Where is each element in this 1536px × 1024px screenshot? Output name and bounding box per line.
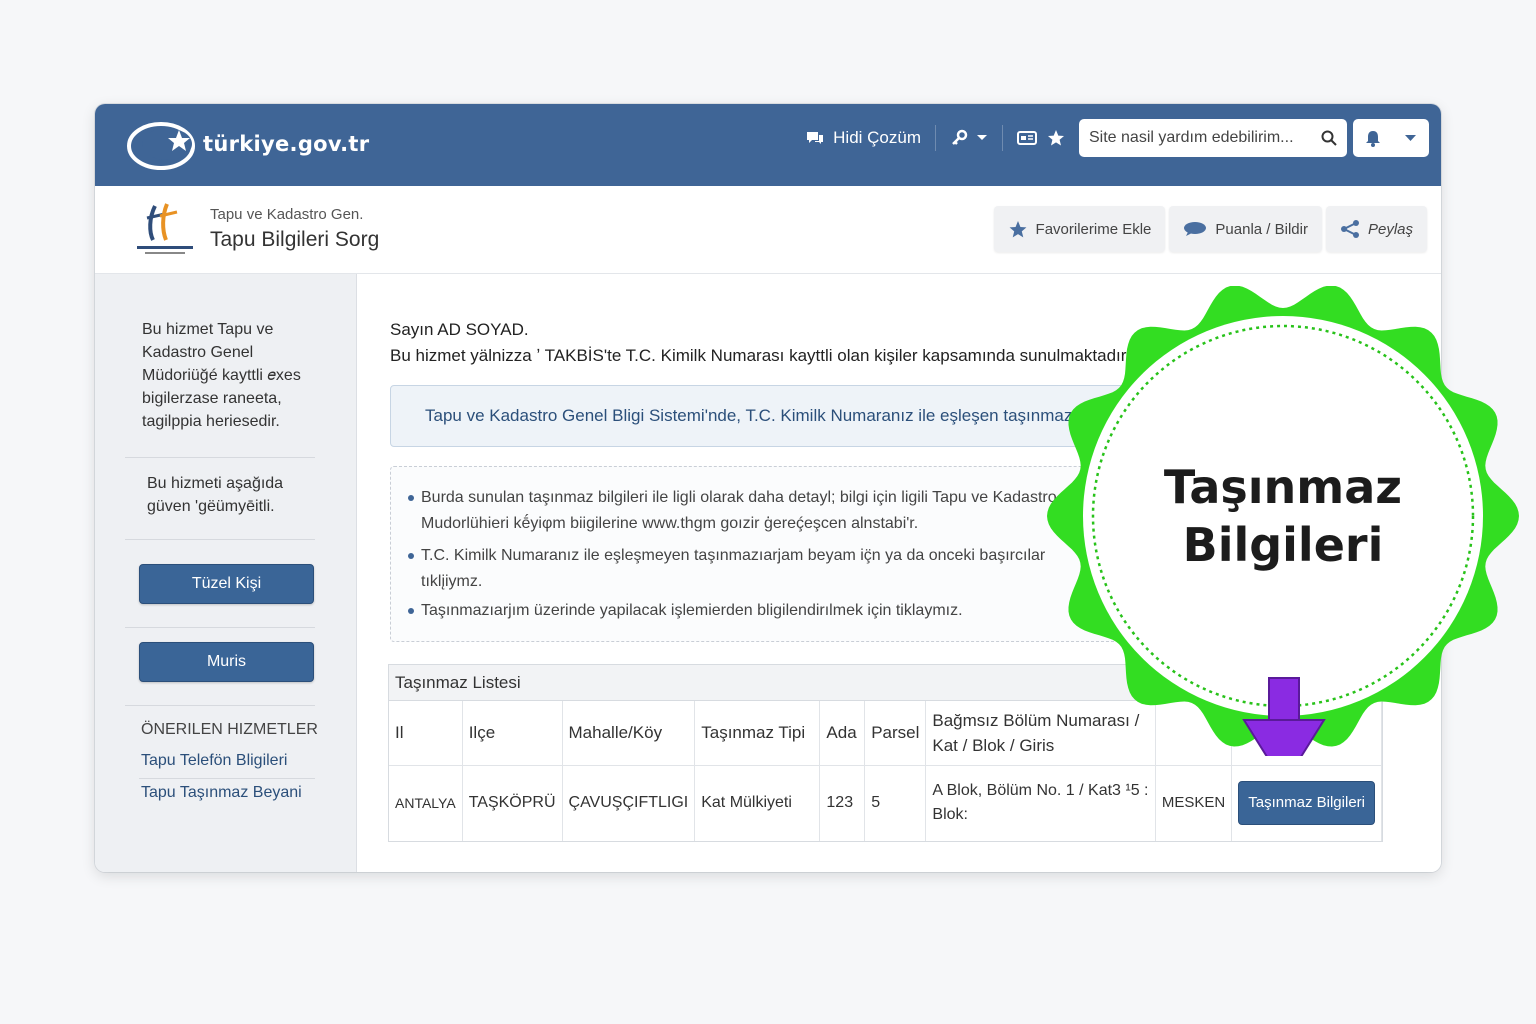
portal-logo[interactable]: türkiye.gov.tr <box>125 116 369 172</box>
note-item: T.C. Kimilk Numaranız ile eşleşmeyen taş… <box>407 543 1045 569</box>
sidebar-secure-note: Bu hizmeti aşağıda güven 'gëümyēitli. <box>147 472 283 518</box>
favorites-link[interactable] <box>1043 118 1069 158</box>
chevron-down-icon <box>1405 135 1416 141</box>
recommended-heading: ÖNERILEN HIZMETLER <box>141 721 318 738</box>
bell-icon <box>1366 130 1380 147</box>
recommended-link[interactable]: Tapu Telefön Bligileri <box>141 752 287 770</box>
sidebar-secure-line: güven 'gëümyēitli. <box>147 498 275 515</box>
heir-button[interactable]: Muris <box>139 642 314 682</box>
callout-title-line: Bilgileri <box>1182 518 1384 572</box>
portal-header: türkiye.gov.tr Hidi Çozüm Site nasil yar… <box>95 104 1441 186</box>
service-intro: Bu hizmet yälnizza ʼ TAKBİS'te T.C. Kimi… <box>390 346 1131 365</box>
service-title: Tapu Bilgileri Sorg <box>210 228 380 251</box>
sidebar-divider <box>139 778 315 779</box>
cell-neighborhood: ÇAVUŞÇIFTLIGI <box>562 765 696 841</box>
display-settings[interactable] <box>1003 118 1043 158</box>
star-icon <box>1009 220 1026 237</box>
sidebar: Bu hizmet Tapu ve Kadastro Genel Müdoriü… <box>95 274 357 872</box>
cell-action: Taşınmaz Bilgileri <box>1231 765 1382 841</box>
note-item-continued: Mudorlühieri kḗyiφm biigilerine www.thgm… <box>421 511 918 537</box>
login-menu[interactable] <box>936 118 1002 158</box>
sidebar-intro: Bu hizmet Tapu ve Kadastro Genel Müdoriü… <box>142 318 301 433</box>
top-navigation: Hidi Çozüm Site nasil yardım edebilirim.… <box>791 118 1429 158</box>
share-button[interactable]: Peylaş <box>1325 206 1427 252</box>
key-icon <box>952 129 968 145</box>
rate-button[interactable]: Puanla / Bildir <box>1169 206 1322 252</box>
cell-block: 123 <box>819 765 866 841</box>
add-favorite-button[interactable]: Favorilerime Ekle <box>993 206 1166 252</box>
notes-box: Burda sunulan taşınmaz bilgileri ile lig… <box>390 466 1150 642</box>
cell-property-type: Kat Mülkiyeti <box>694 765 821 841</box>
tkgm-logo-icon <box>137 203 193 254</box>
add-favorite-label: Favorilerime Ekle <box>1035 220 1152 238</box>
column-header: Il <box>389 701 463 766</box>
search-icon[interactable] <box>1321 130 1337 146</box>
recommended-link[interactable]: Tapu Taşınmaz Beyani <box>141 784 302 802</box>
sidebar-divider <box>125 539 315 540</box>
chat-bubble-icon <box>807 132 824 144</box>
greeting: Sayın AD SOYAD. <box>390 320 529 339</box>
rate-label: Puanla / Bildir <box>1215 220 1308 238</box>
note-item: Burda sunulan taşınmaz bilgileri ile lig… <box>408 485 1057 511</box>
note-text[interactable]: tıklįiymz. <box>421 573 482 590</box>
cell-province: ANTALYA <box>389 765 463 841</box>
help-link[interactable]: Hidi Çozüm <box>791 118 935 158</box>
id-card-icon <box>1017 131 1037 145</box>
callout-title-line: Taşınmaz <box>1163 460 1403 514</box>
sidebar-intro-line: Kadastro Genel <box>142 344 254 361</box>
service-header: Tapu ve Kadastro Gen. Tapu Bilgileri Sor… <box>95 186 1441 274</box>
crescent-star-logo-icon <box>127 122 195 170</box>
sidebar-intro-line: Bu hizmet Tapu ve <box>142 321 274 338</box>
info-alert: Tapu ve Kadastro Genel Bligi Sistemi'nde… <box>390 385 1218 447</box>
column-header: Ada <box>819 701 866 766</box>
cell-parcel: 5 <box>864 765 927 841</box>
sidebar-divider <box>125 457 315 458</box>
column-header: Ilçe <box>462 701 563 766</box>
share-label: Peylaş <box>1367 220 1413 238</box>
note-text: Mudorlühieri kḗyiφm biigilerine www.thgm… <box>421 515 919 532</box>
speech-bubble-icon <box>1184 222 1207 236</box>
sidebar-intro-line: tagilppia heriesedir. <box>142 413 280 430</box>
sidebar-intro-line: bigilerzase raneeta, <box>142 390 282 407</box>
star-icon <box>1048 130 1064 146</box>
note-item-continued: tıklįiymz. <box>421 569 482 595</box>
service-actions: Favorilerime Ekle Puanla / Bildir Peylaş <box>993 206 1427 252</box>
column-header: Taşınmaz Tipi <box>694 701 821 766</box>
column-header: Mahalle/Köy <box>562 701 696 766</box>
sidebar-divider <box>125 627 315 628</box>
cell-district: TAŞKÖPRÜ <box>462 765 563 841</box>
sidebar-divider <box>125 705 315 706</box>
chevron-down-icon <box>977 135 987 140</box>
note-item: Taşınmazıarjım üzerinde yapilacak işlemi… <box>408 598 963 624</box>
cell-usage: MESKEN <box>1155 765 1233 841</box>
notifications-menu[interactable] <box>1353 119 1429 157</box>
table-row: ANTALYA TAŞKÖPRÜ ÇAVUŞÇIFTLIGI Kat Mülki… <box>389 765 1382 841</box>
site-search-input[interactable]: Site nasil yardım edebilirim... <box>1079 119 1347 157</box>
column-header: Parsel <box>864 701 927 766</box>
sidebar-secure-line: Bu hizmeti aşağıda <box>147 475 284 492</box>
search-placeholder: Site nasil yardım edebilirim... <box>1089 129 1294 146</box>
legal-entity-button[interactable]: Tüzel Kişi <box>139 564 314 604</box>
share-icon <box>1340 220 1359 238</box>
property-details-button[interactable]: Taşınmaz Bilgileri <box>1238 781 1375 826</box>
institution-name: Tapu ve Kadastro Gen. <box>210 206 364 223</box>
sidebar-intro-line: Müdoriüğé kayttli 𝑒xes <box>142 367 301 384</box>
callout-title: Taşınmaz Bilgileri <box>1096 458 1470 574</box>
portal-logo-text: türkiye.gov.tr <box>203 132 370 156</box>
cell-unit: A Blok, Bölüm No. 1 / Kat3 ¹5 : Blok: <box>925 765 1156 841</box>
help-label: Hidi Çozüm <box>833 128 921 147</box>
